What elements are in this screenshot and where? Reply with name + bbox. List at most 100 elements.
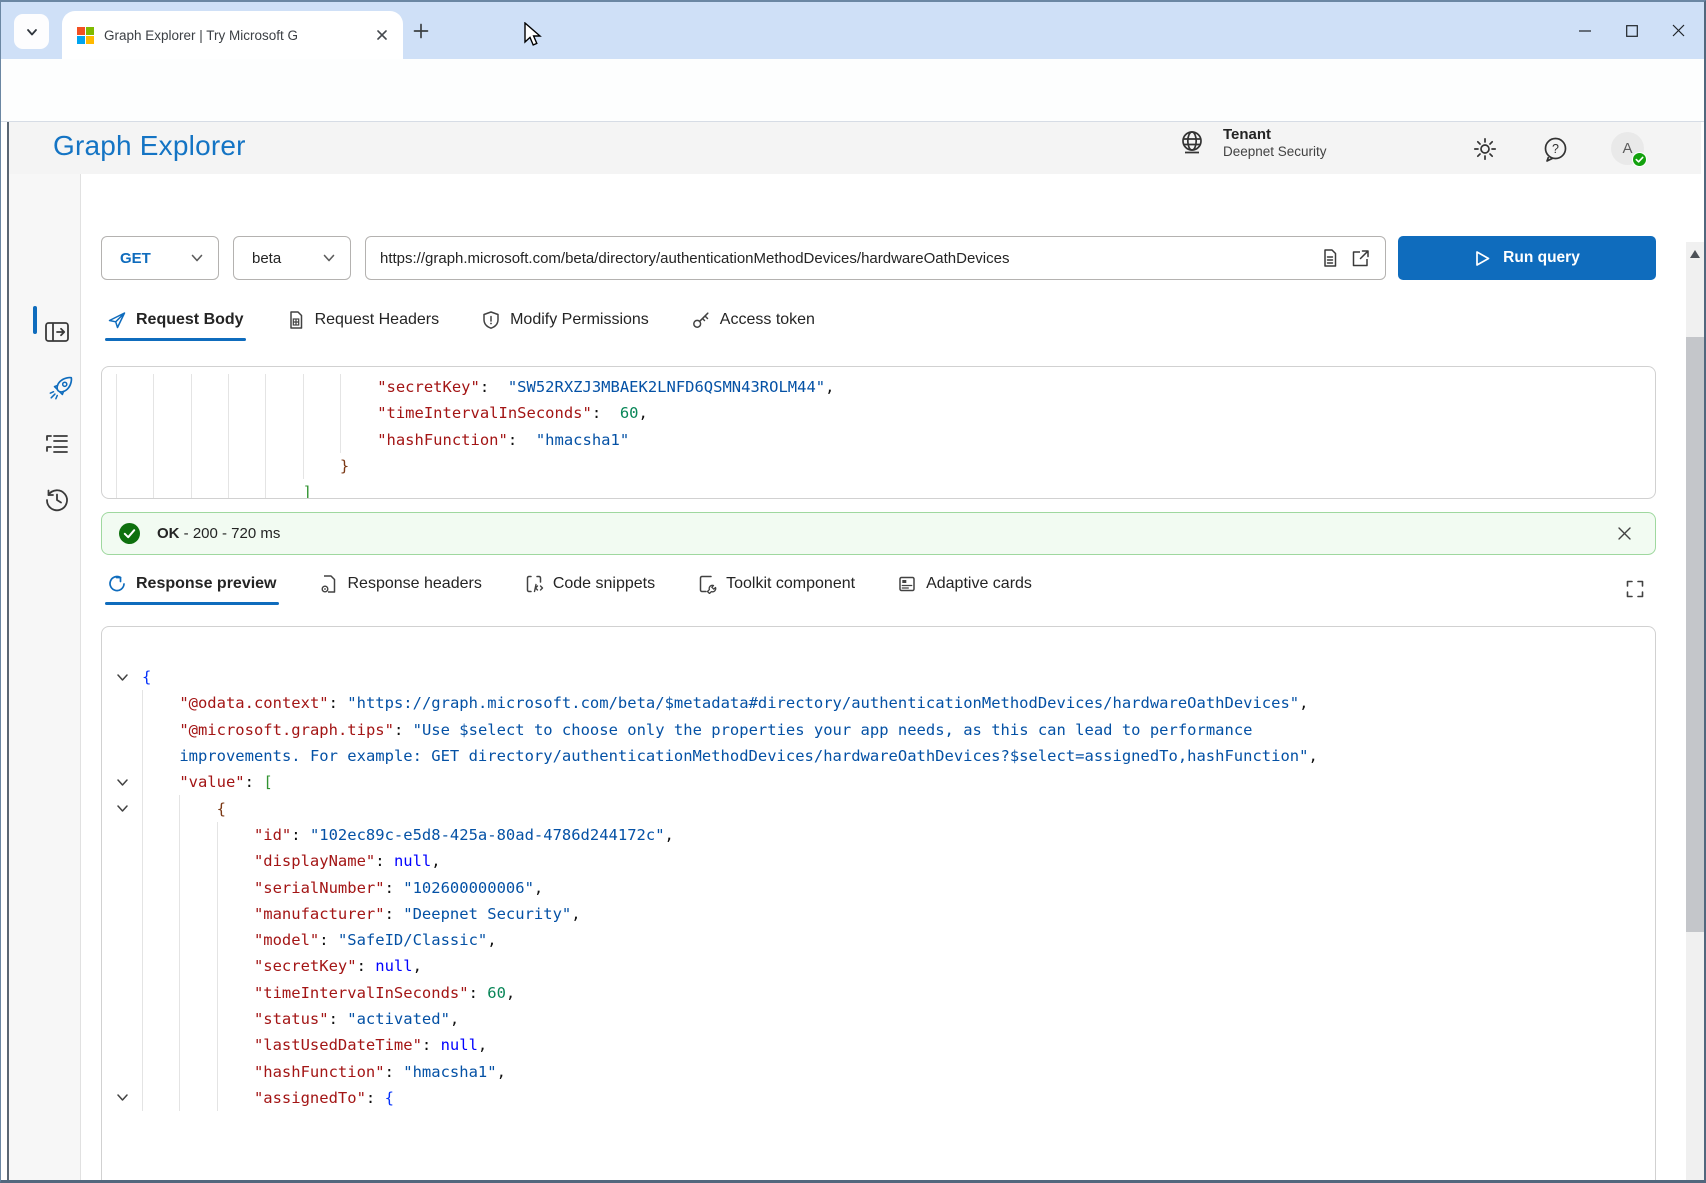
indent-guide <box>142 901 179 927</box>
code-line: "model": "SafeID/Classic", <box>102 927 1655 953</box>
sidebar-item-sample-queries[interactable] <box>43 430 71 458</box>
scrollbar-thumb[interactable] <box>1686 337 1704 932</box>
run-query-button[interactable]: Run query <box>1398 236 1656 280</box>
code-line: { <box>102 664 1655 690</box>
chevron-down-icon <box>322 251 336 265</box>
tab-strip: Graph Explorer | Try Microsoft G <box>1 2 1704 59</box>
tab-access-token[interactable]: Access token <box>689 302 817 341</box>
indent-guide <box>116 374 153 400</box>
tab-adaptive-cards[interactable]: Adaptive cards <box>895 566 1034 605</box>
shield-icon <box>481 310 501 330</box>
indent-guide <box>142 743 179 769</box>
window-minimize-button[interactable] <box>1561 2 1608 59</box>
window-close-button[interactable] <box>1655 2 1702 59</box>
indent-guide <box>265 453 302 479</box>
response-preview-editor[interactable]: {"@odata.context": "https://graph.micros… <box>101 626 1656 1183</box>
indent-guide <box>191 400 228 426</box>
tab-modify-permissions[interactable]: Modify Permissions <box>479 302 651 341</box>
code-line: "status": "activated", <box>102 1006 1655 1032</box>
indent-guide <box>265 400 302 426</box>
help-button[interactable]: ? <box>1541 135 1569 163</box>
indent-guide <box>303 427 340 453</box>
indent-guide <box>179 1085 216 1111</box>
code-line: "secretKey": "SW52RXZJ3MBAEK2LNFD6QSMN43… <box>116 374 1655 400</box>
indent-guide <box>142 874 179 900</box>
api-version-dropdown[interactable]: beta <box>233 236 351 280</box>
request-doc-icon[interactable] <box>1315 243 1345 273</box>
request-body-editor[interactable]: "secretKey": "SW52RXZJ3MBAEK2LNFD6QSMN43… <box>101 366 1656 499</box>
tab-close-icon[interactable] <box>373 26 391 44</box>
response-status-bar: OK - 200 - 720 ms <box>101 512 1656 555</box>
indent-guide <box>179 927 216 953</box>
fold-chevron-icon[interactable] <box>102 671 142 684</box>
indent-guide <box>179 1058 216 1084</box>
code-line: "hashFunction": "hmacsha1" <box>116 427 1655 453</box>
share-query-icon[interactable] <box>1345 243 1375 273</box>
sidebar-item-run-query[interactable] <box>47 374 75 402</box>
tab-title: Graph Explorer | Try Microsoft G <box>104 28 365 43</box>
tab-request-body[interactable]: Request Body <box>105 302 246 341</box>
http-method-dropdown[interactable]: GET <box>101 236 219 280</box>
mouse-cursor <box>521 22 543 48</box>
indent-guide <box>142 1058 179 1084</box>
sidebar-item-history[interactable] <box>43 486 71 514</box>
fold-chevron-icon[interactable] <box>102 776 142 789</box>
status-close-icon[interactable] <box>1611 521 1637 547</box>
indent-guide <box>265 374 302 400</box>
indent-guide <box>217 901 254 927</box>
window-maximize-button[interactable] <box>1608 2 1655 59</box>
tab-label: Adaptive cards <box>926 575 1032 593</box>
tab-toolkit-component[interactable]: Toolkit component <box>695 566 857 605</box>
code-line: "timeIntervalInSeconds": 60, <box>116 400 1655 426</box>
browser-tab[interactable]: Graph Explorer | Try Microsoft G <box>62 11 403 59</box>
tab-search-button[interactable] <box>14 14 49 49</box>
query-url-input[interactable] <box>380 250 1315 267</box>
indent-guide <box>116 427 153 453</box>
tab-code-snippets[interactable]: Code snippets <box>522 566 657 605</box>
chevron-down-icon <box>25 25 39 39</box>
indent-guide <box>142 848 179 874</box>
api-version-value: beta <box>252 250 281 267</box>
tab-label: Response headers <box>348 575 482 593</box>
indent-guide <box>217 848 254 874</box>
indent-guide <box>142 927 179 953</box>
success-check-icon <box>118 522 141 545</box>
sidebar-toggle-button[interactable] <box>43 318 71 346</box>
tab-response-headers[interactable]: Response headers <box>317 566 484 605</box>
indent-guide <box>142 1085 179 1111</box>
http-method-value: GET <box>120 250 151 267</box>
page-scrollbar[interactable] <box>1686 242 1704 1183</box>
indent-guide <box>179 795 216 821</box>
indent-guide <box>142 980 179 1006</box>
query-url-field[interactable] <box>365 236 1386 280</box>
indent-guide <box>142 1006 179 1032</box>
expand-icon <box>1625 579 1645 599</box>
avatar-initial: A <box>1622 140 1632 157</box>
request-tabs: Request Body Request Headers Modify Perm… <box>105 302 817 341</box>
new-tab-button[interactable] <box>409 19 433 43</box>
fold-chevron-icon[interactable] <box>102 802 142 815</box>
indent-guide <box>179 1032 216 1058</box>
fold-chevron-icon[interactable] <box>102 1091 142 1104</box>
expand-response-button[interactable] <box>1620 574 1650 604</box>
indent-guide <box>191 453 228 479</box>
microsoft-favicon <box>77 27 94 44</box>
account-avatar[interactable]: A <box>1611 132 1644 165</box>
run-query-label: Run query <box>1503 249 1580 267</box>
indent-guide <box>116 400 153 426</box>
tab-request-headers[interactable]: Request Headers <box>284 302 442 341</box>
tab-response-preview[interactable]: Response preview <box>105 566 279 605</box>
play-icon <box>1474 250 1491 267</box>
code-line: improvements. For example: GET directory… <box>102 743 1655 769</box>
settings-button[interactable] <box>1471 135 1499 163</box>
tab-label: Code snippets <box>553 575 655 593</box>
code-line: "@microsoft.graph.tips": "Use $select to… <box>102 717 1655 743</box>
indent-guide <box>191 479 228 499</box>
code-line: "assignedTo": { <box>102 1085 1655 1111</box>
panel-expand-icon <box>44 319 70 345</box>
indent-guide <box>116 453 153 479</box>
indent-guide <box>179 874 216 900</box>
scroll-up-icon[interactable] <box>1686 245 1704 263</box>
chevron-down-icon <box>190 251 204 265</box>
indent-guide <box>265 479 302 499</box>
